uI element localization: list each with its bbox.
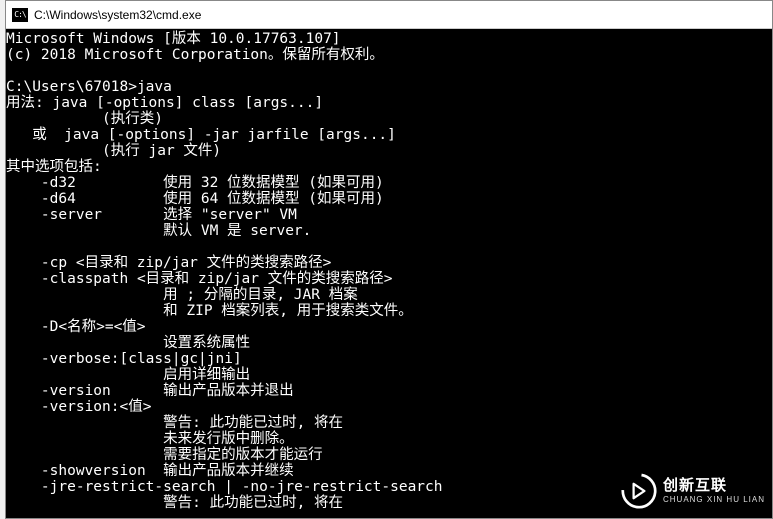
terminal-line: -classpath <目录和 zip/jar 文件的类搜索路径> <box>6 271 392 287</box>
terminal-line: -cp <目录和 zip/jar 文件的类搜索路径> <box>6 255 331 271</box>
terminal-line: -showversion 输出产品版本并继续 <box>6 463 294 479</box>
terminal-line: (执行 jar 文件) <box>6 143 221 159</box>
terminal-line: -d64 使用 64 位数据模型 (如果可用) <box>6 191 384 207</box>
terminal-line: 警告: 此功能已过时, 将在 <box>6 415 343 431</box>
terminal-line: -D<名称>=<值> <box>6 319 146 335</box>
terminal-line: 默认 VM 是 server. <box>6 223 311 239</box>
terminal-line: -verbose:[class|gc|jni] <box>6 351 242 367</box>
terminal-line: 用 ; 分隔的目录, JAR 档案 <box>6 287 358 303</box>
watermark-sub: CHUANG XIN HU LIAN <box>663 495 765 504</box>
terminal-line: -version:<值> <box>6 399 151 415</box>
watermark-brand: 创新互联 <box>663 478 765 493</box>
terminal-line: 设置系统属性 <box>6 335 250 351</box>
watermark: 创新互联 CHUANG XIN HU LIAN <box>621 473 765 509</box>
terminal-line: -jre-restrict-search | -no-jre-restrict-… <box>6 479 443 495</box>
cmd-icon: C:\ <box>12 8 28 22</box>
terminal-line: (执行类) <box>6 111 163 127</box>
terminal-line: -server 选择 "server" VM <box>6 207 297 223</box>
watermark-text-block: 创新互联 CHUANG XIN HU LIAN <box>663 478 765 504</box>
window-title: C:\Windows\system32\cmd.exe <box>34 8 201 22</box>
terminal-output[interactable]: Microsoft Windows [版本 10.0.17763.107] (c… <box>6 29 772 518</box>
terminal-line: 启用详细输出 <box>6 367 250 383</box>
terminal-line: (c) 2018 Microsoft Corporation。保留所有权利。 <box>6 47 384 63</box>
watermark-logo-icon <box>621 473 657 509</box>
terminal-line: 需要指定的版本才能运行 <box>6 447 323 463</box>
terminal-line: -d32 使用 32 位数据模型 (如果可用) <box>6 175 384 191</box>
terminal-line: Microsoft Windows [版本 10.0.17763.107] <box>6 31 341 47</box>
terminal-line: C:\Users\67018>java <box>6 79 172 95</box>
terminal-line: 和 ZIP 档案列表, 用于搜索类文件。 <box>6 303 413 319</box>
terminal-line: -version 输出产品版本并退出 <box>6 383 294 399</box>
terminal-line: 或 java [-options] -jar jarfile [args...] <box>6 127 396 143</box>
titlebar[interactable]: C:\ C:\Windows\system32\cmd.exe <box>6 1 772 29</box>
terminal-line: 用法: java [-options] class [args...] <box>6 95 323 111</box>
cmd-window: C:\ C:\Windows\system32\cmd.exe Microsof… <box>5 0 773 519</box>
terminal-line: 其中选项包括: <box>6 159 102 175</box>
terminal-line: 警告: 此功能已过时, 将在 <box>6 495 343 511</box>
terminal-line: 未来发行版中删除。 <box>6 431 294 447</box>
